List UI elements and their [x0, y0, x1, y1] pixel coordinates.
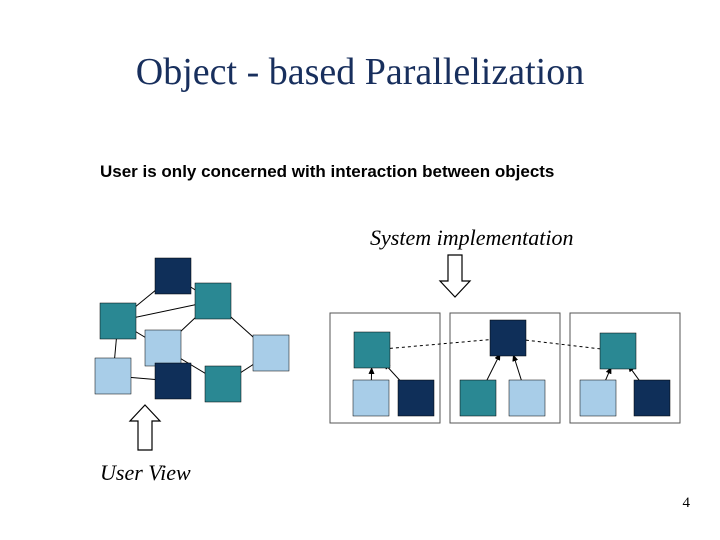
system-node	[600, 333, 636, 369]
system-node	[490, 320, 526, 356]
user-view-node	[100, 303, 136, 339]
user-view-node	[95, 358, 131, 394]
diagram-canvas	[0, 0, 720, 540]
system-node	[634, 380, 670, 416]
user-view-node	[195, 283, 231, 319]
system-node	[580, 380, 616, 416]
user-view-node	[205, 366, 241, 402]
user-view-node	[155, 258, 191, 294]
slide: Object - based Parallelization User is o…	[0, 0, 720, 540]
system-arrow-icon	[440, 255, 470, 297]
system-node	[353, 380, 389, 416]
user-view-arrow-icon	[130, 405, 160, 450]
system-node	[398, 380, 434, 416]
user-view-node	[145, 330, 181, 366]
system-node	[460, 380, 496, 416]
user-view-node	[155, 363, 191, 399]
system-node	[509, 380, 545, 416]
system-node	[354, 332, 390, 368]
user-view-node	[253, 335, 289, 371]
